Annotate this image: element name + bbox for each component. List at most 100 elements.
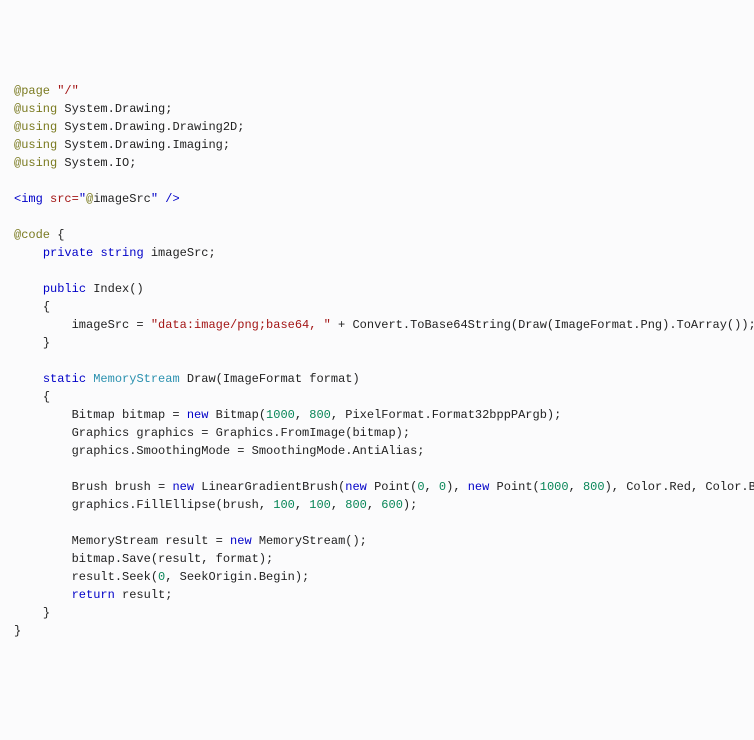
brace: }: [43, 606, 50, 620]
string-literal: "data:image/png;base64, ": [151, 318, 331, 332]
keyword: return: [72, 588, 115, 602]
text: ), Color.Red, Color.Blue);: [605, 480, 754, 494]
keyword: new: [187, 408, 209, 422]
line: graphics.SmoothingMode = SmoothingMode.A…: [14, 444, 424, 458]
line: }: [14, 606, 50, 620]
text: Point(: [367, 480, 417, 494]
number: 800: [583, 480, 605, 494]
tag-close: />: [158, 192, 180, 206]
razor-directive: @code: [14, 228, 50, 242]
text: LinearGradientBrush(: [194, 480, 345, 494]
statement: Graphics graphics = Graphics.FromImage(b…: [72, 426, 410, 440]
text: , SeekOrigin.Begin);: [165, 570, 309, 584]
number: 100: [309, 498, 331, 512]
text: graphics.FillEllipse(brush,: [72, 498, 274, 512]
brace: {: [43, 300, 50, 314]
assign-rhs: + Convert.ToBase64String(Draw(ImageForma…: [331, 318, 754, 332]
text: MemoryStream();: [252, 534, 367, 548]
line: static MemoryStream Draw(ImageFormat for…: [14, 372, 360, 386]
number: 0: [417, 480, 424, 494]
line: @page "/": [14, 84, 79, 98]
attr-close: ": [151, 192, 158, 206]
tag-open: <img: [14, 192, 43, 206]
line: graphics.FillEllipse(brush, 100, 100, 80…: [14, 498, 417, 512]
line: private string imageSrc;: [14, 246, 216, 260]
text: ,: [569, 480, 583, 494]
attr-open: ": [79, 192, 86, 206]
number: 1000: [266, 408, 295, 422]
number: 1000: [540, 480, 569, 494]
line: {: [14, 390, 50, 404]
method-signature: Draw(ImageFormat format): [180, 372, 360, 386]
line: @using System.Drawing.Drawing2D;: [14, 120, 244, 134]
keyword: string: [100, 246, 143, 260]
line: @using System.IO;: [14, 156, 136, 170]
number: 800: [345, 498, 367, 512]
text: ,: [367, 498, 381, 512]
line: @using System.Drawing;: [14, 102, 172, 116]
identifier: imageSrc;: [144, 246, 216, 260]
text: ,: [295, 498, 309, 512]
line: }: [14, 336, 50, 350]
razor-directive: @using: [14, 102, 57, 116]
number: 800: [309, 408, 331, 422]
keyword: private: [43, 246, 93, 260]
expr-ident: imageSrc: [93, 192, 151, 206]
text: Bitmap(: [208, 408, 266, 422]
text: Brush brush =: [72, 480, 173, 494]
line: MemoryStream result = new MemoryStream()…: [14, 534, 367, 548]
string-literal: "/": [57, 84, 79, 98]
line: result.Seek(0, SeekOrigin.Begin);: [14, 570, 309, 584]
razor-directive: @using: [14, 156, 57, 170]
line: @using System.Drawing.Imaging;: [14, 138, 230, 152]
text: , PixelFormat.Format32bppPArgb);: [331, 408, 561, 422]
namespace: System.Drawing;: [64, 102, 172, 116]
text: MemoryStream result =: [72, 534, 230, 548]
text: ,: [295, 408, 309, 422]
type: MemoryStream: [93, 372, 179, 386]
text: ,: [425, 480, 439, 494]
code-block: @page "/" @using System.Drawing; @using …: [0, 72, 754, 650]
line: return result;: [14, 588, 172, 602]
line: Bitmap bitmap = new Bitmap(1000, 800, Pi…: [14, 408, 561, 422]
keyword: new: [172, 480, 194, 494]
statement: bitmap.Save(result, format);: [72, 552, 274, 566]
keyword: public: [43, 282, 86, 296]
line: public Index(): [14, 282, 144, 296]
attr-name: src=: [50, 192, 79, 206]
text: result;: [115, 588, 173, 602]
brace: }: [43, 336, 50, 350]
brace: {: [50, 228, 64, 242]
line: }: [14, 624, 21, 638]
text: result.Seek(: [72, 570, 158, 584]
keyword: static: [43, 372, 86, 386]
namespace: System.Drawing.Imaging;: [64, 138, 230, 152]
keyword: new: [345, 480, 367, 494]
razor-directive: @page: [14, 84, 50, 98]
razor-directive: @using: [14, 120, 57, 134]
line: <img src="@imageSrc" />: [14, 192, 180, 206]
line: Brush brush = new LinearGradientBrush(ne…: [14, 480, 754, 494]
brace: }: [14, 624, 21, 638]
brace: {: [43, 390, 50, 404]
text: ),: [446, 480, 468, 494]
razor-directive: @using: [14, 138, 57, 152]
number: 100: [273, 498, 295, 512]
text: ,: [331, 498, 345, 512]
text: Bitmap bitmap =: [72, 408, 187, 422]
text: Point(: [489, 480, 539, 494]
line: Graphics graphics = Graphics.FromImage(b…: [14, 426, 410, 440]
statement: graphics.SmoothingMode = SmoothingMode.A…: [72, 444, 425, 458]
assign-lhs: imageSrc =: [72, 318, 151, 332]
namespace: System.IO;: [64, 156, 136, 170]
line: {: [14, 300, 50, 314]
line: imageSrc = "data:image/png;base64, " + C…: [14, 318, 754, 332]
text: );: [403, 498, 417, 512]
namespace: System.Drawing.Drawing2D;: [64, 120, 244, 134]
keyword: new: [230, 534, 252, 548]
line: @code {: [14, 228, 64, 242]
line: bitmap.Save(result, format);: [14, 552, 273, 566]
keyword: new: [468, 480, 490, 494]
method-name: Index(): [86, 282, 144, 296]
number: 600: [381, 498, 403, 512]
